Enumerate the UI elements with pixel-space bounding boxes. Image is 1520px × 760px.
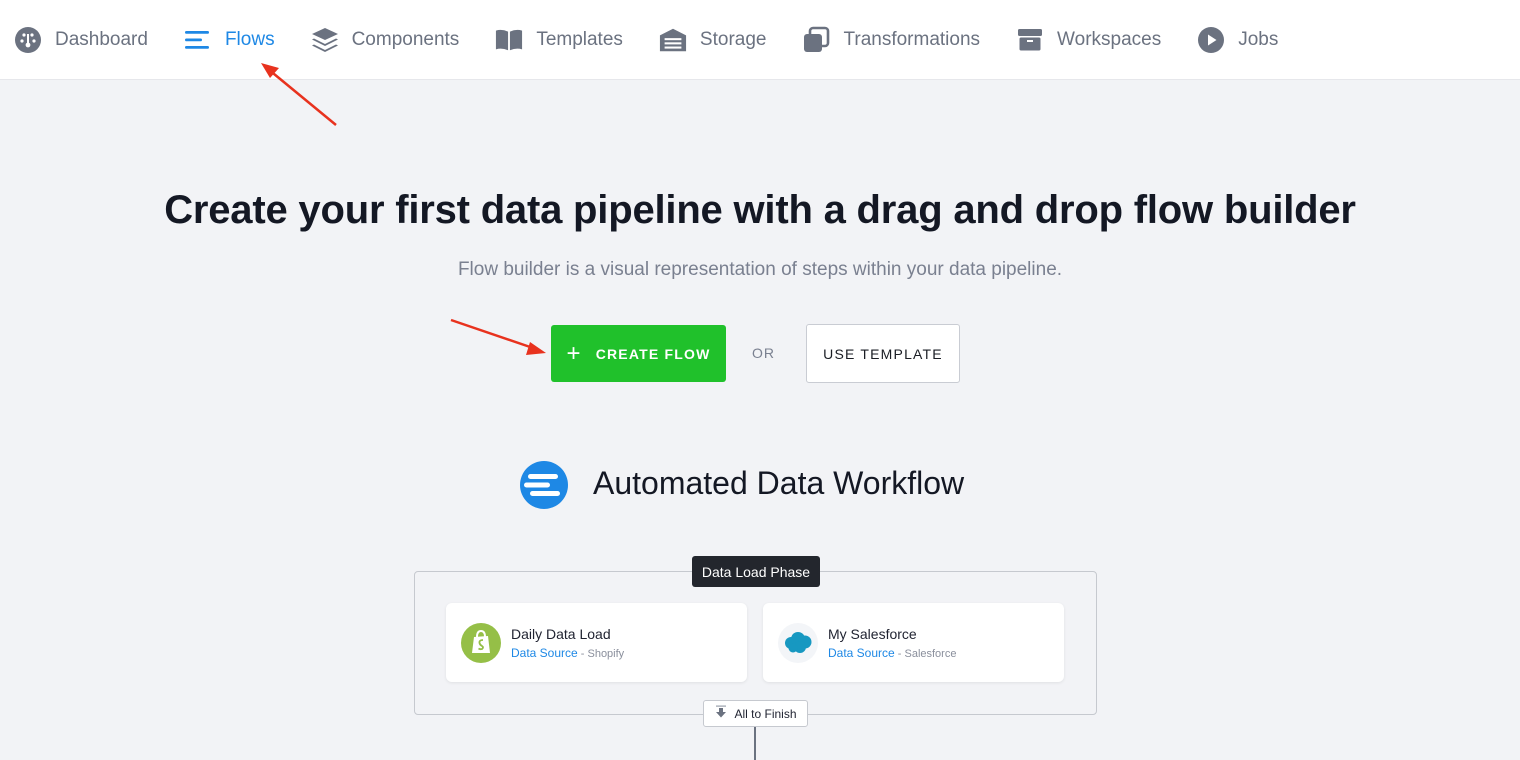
arrow-down-icon	[714, 705, 728, 722]
all-to-finish-badge[interactable]: All to Finish	[703, 700, 808, 727]
flows-lines-icon	[184, 26, 212, 54]
card-type: Data Source	[828, 645, 895, 660]
nav-label: Transformations	[843, 28, 981, 50]
nav-label: Dashboard	[55, 28, 148, 50]
box-icon	[1016, 26, 1044, 54]
nav-label: Flows	[224, 28, 275, 50]
dashboard-gauge-icon	[14, 26, 42, 54]
salesforce-logo-icon	[778, 622, 818, 663]
flow-card-daily-data-load[interactable]: Daily Data Load Data Source - Shopify	[446, 603, 747, 682]
shopify-logo-icon	[461, 622, 501, 663]
card-title: My Salesforce	[828, 625, 917, 642]
plus-icon: +	[566, 339, 582, 367]
use-template-label: USE TEMPLATE	[823, 345, 943, 362]
transformations-icon	[802, 26, 830, 54]
nav-item-flows[interactable]: Flows	[184, 0, 275, 79]
card-source: Salesforce	[904, 647, 957, 660]
nav-item-components[interactable]: Components	[311, 0, 460, 79]
nav-item-transformations[interactable]: Transformations	[802, 0, 980, 79]
annotation-arrow-create-flow	[450, 318, 546, 355]
card-title: Daily Data Load	[511, 625, 611, 642]
finish-label: All to Finish	[734, 706, 797, 721]
card-text: My Salesforce Data Source - Salesforce	[828, 626, 956, 660]
nav-item-templates[interactable]: Templates	[495, 0, 623, 79]
nav-label: Workspaces	[1057, 28, 1162, 50]
card-text: Daily Data Load Data Source - Shopify	[511, 626, 624, 660]
nav-label: Components	[351, 28, 460, 50]
workflow-title: Automated Data Workflow	[593, 465, 965, 501]
card-meta: Data Source - Shopify	[511, 645, 625, 660]
nav-item-jobs[interactable]: Jobs	[1197, 0, 1278, 79]
page-title: Create your first data pipeline with a d…	[164, 188, 1356, 232]
nav-item-workspaces[interactable]: Workspaces	[1016, 0, 1161, 79]
card-type: Data Source	[511, 645, 578, 660]
nav-item-dashboard[interactable]: Dashboard	[14, 0, 148, 79]
use-template-button[interactable]: USE TEMPLATE	[806, 324, 960, 383]
card-meta: Data Source - Salesforce	[828, 645, 957, 660]
play-circle-icon	[1197, 26, 1225, 54]
nav-label: Storage	[699, 28, 767, 50]
phase-label: Data Load Phase	[692, 556, 820, 587]
create-flow-label: CREATE FLOW	[595, 345, 711, 362]
layers-icon	[311, 26, 339, 54]
flow-card-my-salesforce[interactable]: My Salesforce Data Source - Salesforce	[763, 603, 1064, 682]
top-navigation: Dashboard Flows Components Templates Sto…	[0, 0, 1520, 79]
nav-label: Jobs	[1238, 28, 1279, 50]
or-separator: OR	[752, 345, 775, 361]
nav-label: Templates	[536, 28, 623, 50]
card-source: Shopify	[587, 647, 625, 660]
workflow-logo-icon	[519, 460, 569, 510]
page-subtitle: Flow builder is a visual representation …	[457, 259, 1063, 280]
book-icon	[495, 26, 523, 54]
flow-connector-line	[754, 727, 756, 760]
nav-item-storage[interactable]: Storage	[659, 0, 767, 79]
create-flow-button[interactable]: + CREATE FLOW	[551, 325, 726, 382]
warehouse-icon	[659, 26, 687, 54]
